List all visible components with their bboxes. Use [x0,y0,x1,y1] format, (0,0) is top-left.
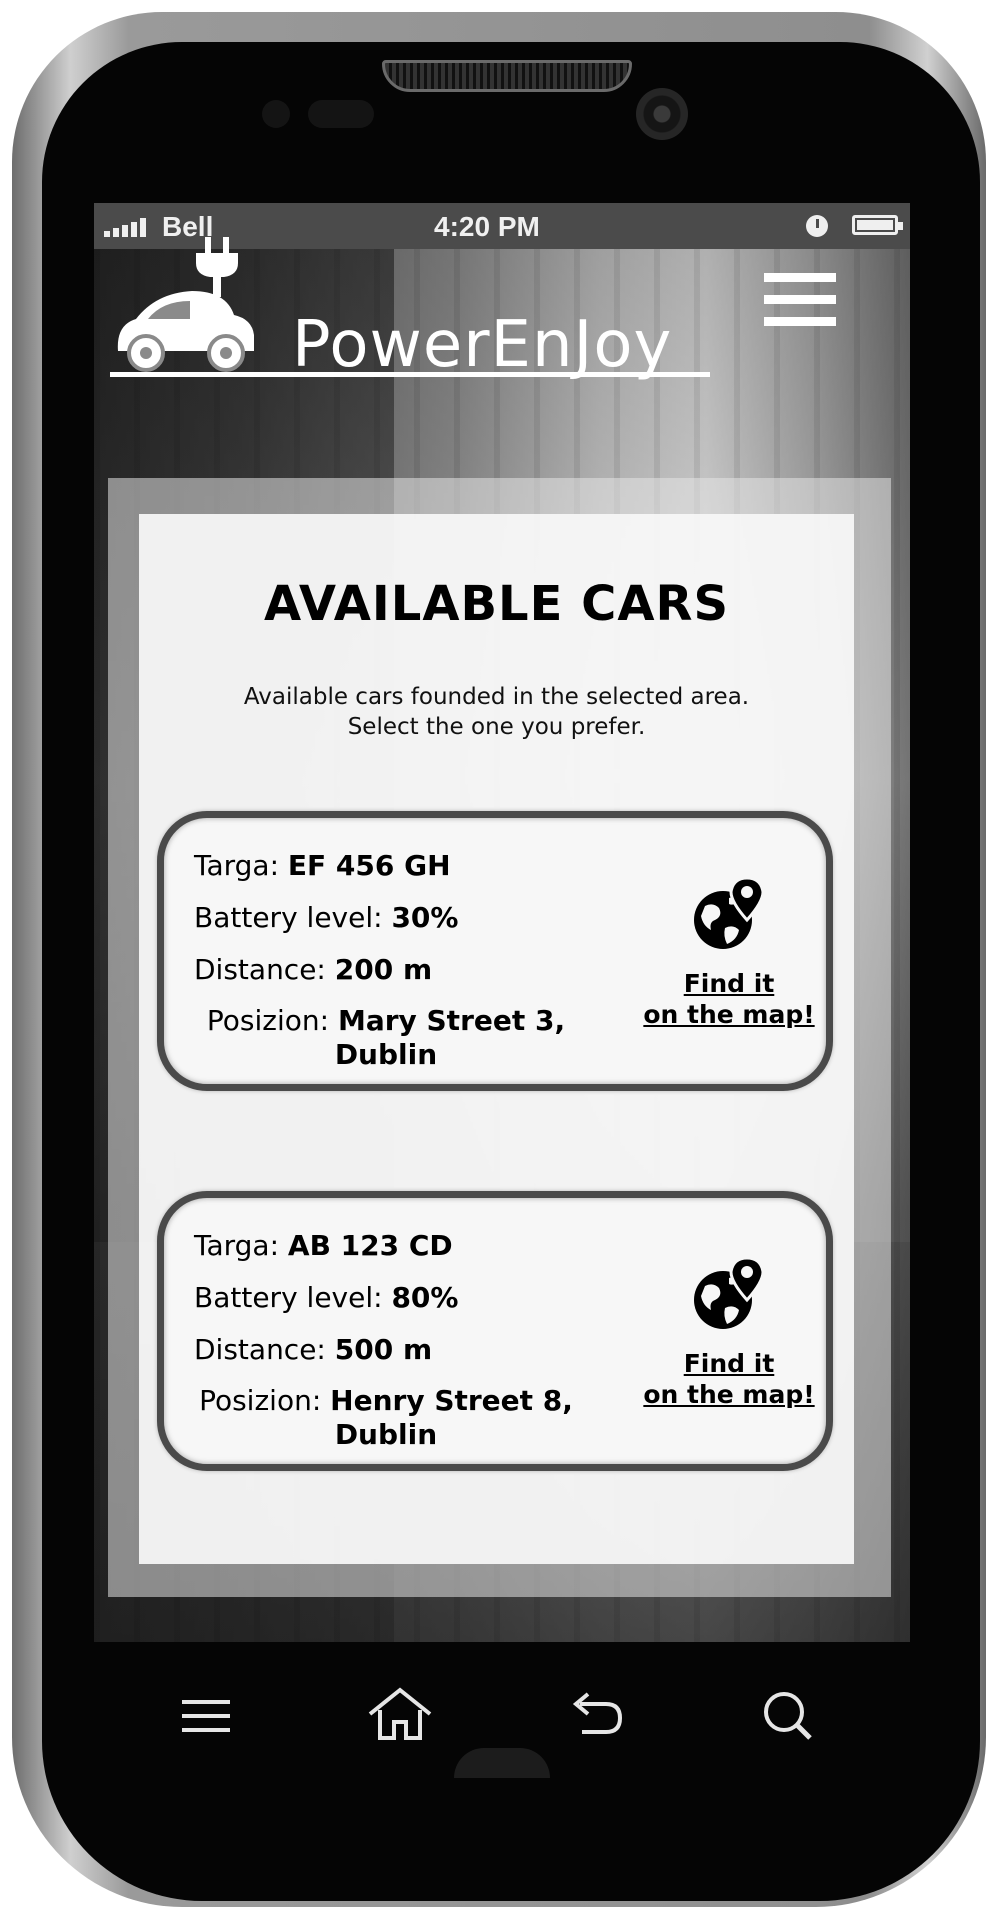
app-logo: PowerEnJoy [102,233,722,383]
hamburger-menu-icon [764,273,836,282]
battery-value: 30% [391,901,459,934]
light-sensor [308,100,374,128]
find-on-map-text: Find it on the map! [634,968,824,1030]
car-plug-logo-icon [117,237,255,372]
header-underline [110,372,710,377]
battery-icon [852,215,903,235]
find-on-map-link[interactable]: Find it on the map! [634,876,824,1030]
plate-label: Targa: [194,849,288,882]
distance-row: Distance: 200 m [194,952,614,1004]
distance-value: 500 m [334,1333,433,1366]
page-subtitle: Available cars founded in the selected a… [139,682,854,742]
plate-value: EF 456 GH [287,849,451,882]
position-label: Posizion: [199,1384,331,1417]
find-on-map-text: Find it on the map! [634,1348,824,1410]
position-row: Posizion: Henry Street 8, Dublin [186,1384,586,1452]
menu-button[interactable] [764,273,836,333]
plate-label: Targa: [194,1229,288,1262]
search-icon [764,1692,812,1740]
menu-lines-icon [182,1700,230,1732]
battery-row: Battery level: 30% [194,900,614,952]
app-name: PowerEnJoy [292,308,673,382]
plate-value: AB 123 CD [287,1229,453,1262]
car-info: Targa: EF 456 GH Battery level: 30% Dist… [194,848,614,1072]
car-card[interactable]: Targa: EF 456 GH Battery level: 30% Dist… [157,811,833,1091]
nav-home-button[interactable] [364,1680,436,1752]
earpiece-speaker [382,60,632,92]
battery-value: 80% [391,1281,459,1314]
front-camera [636,88,688,140]
plate-row: Targa: AB 123 CD [194,1228,614,1280]
globe-location-icon [694,1256,765,1329]
nav-back-button[interactable] [560,1680,632,1752]
distance-label: Distance: [194,1333,335,1366]
battery-row: Battery level: 80% [194,1280,614,1332]
hamburger-line [764,295,836,304]
available-cars-panel: AVAILABLE CARS Available cars founded in… [139,514,854,1564]
nav-menu-button[interactable] [170,1680,242,1752]
alarm-icon [806,215,828,237]
car-card[interactable]: Targa: AB 123 CD Battery level: 80% Dist… [157,1191,833,1471]
position-label: Posizion: [206,1004,338,1037]
map-text-line2: on the map! [643,1380,815,1409]
distance-value: 200 m [334,953,433,986]
position-street: Henry Street 8, [330,1384,573,1417]
subtitle-line: Available cars founded in the selected a… [243,684,750,710]
subtitle-line: Select the one you prefer. [347,714,646,740]
find-on-map-link[interactable]: Find it on the map! [634,1256,824,1410]
nav-search-button[interactable] [752,1680,824,1752]
home-indicator [454,1748,550,1778]
back-arrow-icon [572,1692,623,1734]
position-row: Posizion: Mary Street 3, Dublin [186,1004,586,1072]
hardware-nav-bar [94,1660,910,1778]
position-city: Dublin [334,1418,438,1451]
distance-row: Distance: 500 m [194,1332,614,1384]
battery-label: Battery level: [194,901,392,934]
battery-label: Battery level: [194,1281,392,1314]
map-text-line2: on the map! [643,1000,815,1029]
plate-row: Targa: EF 456 GH [194,848,614,900]
globe-location-icon [694,876,765,949]
position-street: Mary Street 3, [337,1004,566,1037]
page-title: AVAILABLE CARS [263,576,730,632]
map-text-line1: Find it [683,1349,775,1378]
position-city: Dublin [334,1038,438,1071]
distance-label: Distance: [194,953,335,986]
home-icon [368,1687,432,1740]
car-info: Targa: AB 123 CD Battery level: 80% Dist… [194,1228,614,1452]
map-text-line1: Find it [683,969,775,998]
proximity-sensor [262,100,290,128]
hamburger-line [764,317,836,326]
